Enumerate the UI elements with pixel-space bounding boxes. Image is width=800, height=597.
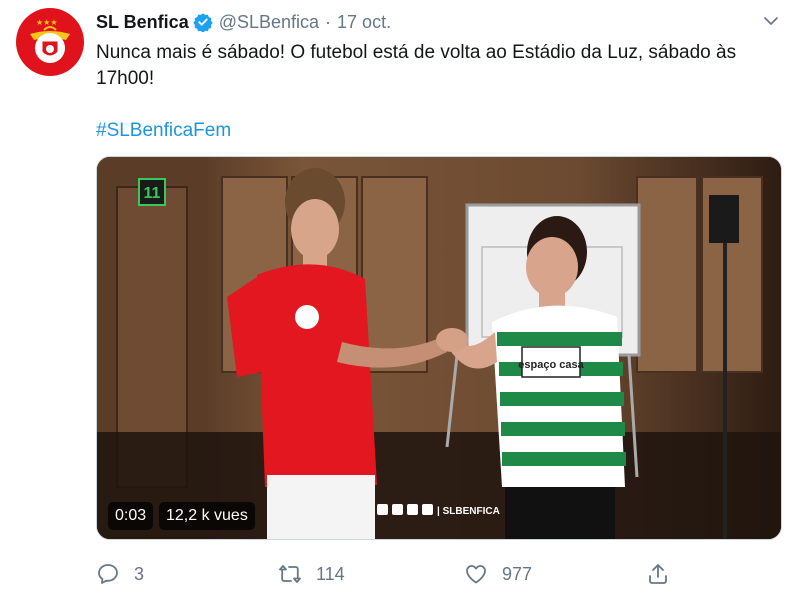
tweet-date[interactable]: 17 oct. bbox=[337, 12, 391, 33]
benfica-avatar[interactable]: ★★★ bbox=[16, 8, 84, 76]
retweet-count: 114 bbox=[316, 563, 345, 584]
like-icon bbox=[466, 565, 486, 584]
video-frame: 11 espaço casa | SLBENFICA bbox=[97, 157, 781, 539]
reply-count: 3 bbox=[134, 563, 145, 584]
tweet-text: Nunca mais é sábado! O futebol está de v… bbox=[96, 42, 737, 89]
reply-button[interactable]: 3 bbox=[96, 562, 144, 586]
display-name[interactable]: SL Benfica bbox=[96, 12, 189, 33]
retweet-button[interactable]: 114 bbox=[278, 562, 345, 586]
chevron-down-icon[interactable] bbox=[762, 12, 780, 30]
video-watermark: | SLBENFICA bbox=[437, 506, 500, 517]
hashtag-link[interactable]: #SLBenficaFem bbox=[96, 118, 231, 144]
user-handle[interactable]: @SLBenfica bbox=[219, 12, 319, 33]
reply-icon bbox=[98, 564, 118, 584]
svg-text:★★★: ★★★ bbox=[36, 18, 58, 27]
channel-badge: 11 bbox=[144, 185, 161, 202]
retweet-icon bbox=[279, 565, 301, 583]
video-player[interactable]: 11 espaço casa | SLBENFICA 0:03 12,2 k v… bbox=[96, 156, 782, 540]
view-count: 12,2 k vues bbox=[159, 502, 255, 530]
separator-dot: · bbox=[325, 11, 332, 32]
share-icon bbox=[649, 564, 667, 584]
verified-badge-icon bbox=[193, 13, 213, 32]
like-button[interactable]: 977 bbox=[464, 562, 532, 586]
like-count: 977 bbox=[502, 563, 533, 584]
tweet-actions: 3 114 977 bbox=[96, 562, 696, 590]
tweet-header: SL Benfica @SLBenfica · 17 oct. bbox=[96, 10, 391, 34]
share-button[interactable] bbox=[646, 562, 670, 586]
benfica-crest-logo: ★★★ bbox=[30, 18, 70, 63]
video-timestamp: 0:03 bbox=[108, 502, 154, 530]
shirt-sponsor: espaço casa bbox=[518, 359, 584, 371]
